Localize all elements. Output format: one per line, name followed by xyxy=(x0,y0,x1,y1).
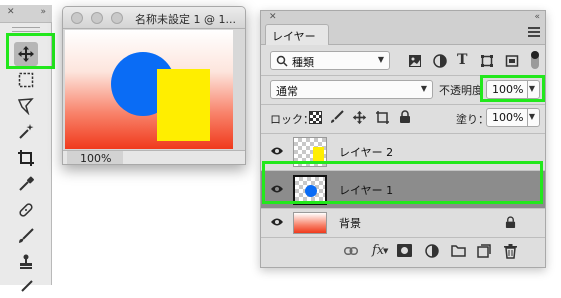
marquee-icon xyxy=(18,72,34,88)
opacity-label: 不透明度 xyxy=(439,84,483,97)
chevron-down-icon: ▼ xyxy=(383,247,389,255)
trash-icon[interactable] xyxy=(504,244,517,259)
lock-artboard-icon[interactable] xyxy=(375,110,390,125)
layers-panel: ✕ « レイヤー 種類 ▼ T 通常 ▼ 不透明度 100% ▼ ロック： 塗り… xyxy=(260,10,546,268)
fill-field[interactable]: 100% ▼ xyxy=(486,108,540,127)
panel-menu-icon[interactable] xyxy=(528,27,540,39)
close-window-button[interactable] xyxy=(71,12,83,24)
minimize-window-button[interactable] xyxy=(91,12,103,24)
layers-panel-header: ✕ « レイヤー xyxy=(261,11,545,45)
document-titlebar[interactable]: 名称未設定 1 @ 1... xyxy=(63,7,245,29)
chevron-down-icon: ▼ xyxy=(420,84,427,93)
new-layer-icon[interactable] xyxy=(477,244,491,258)
blend-mode-value: 通常 xyxy=(276,85,298,98)
document-statusbar: 100% xyxy=(63,150,245,164)
blend-mode-select[interactable]: 通常 ▼ xyxy=(270,80,433,99)
crop-tool-button[interactable] xyxy=(14,146,38,170)
layer-name[interactable]: レイヤー 2 xyxy=(339,144,393,160)
zoom-window-button[interactable] xyxy=(111,12,123,24)
filter-kind-label: 種類 xyxy=(292,56,314,69)
brush-icon xyxy=(19,228,34,243)
layer-lock-icon[interactable] xyxy=(505,216,516,229)
pixel-filter-icon[interactable] xyxy=(408,54,422,68)
fill-value: 100% xyxy=(492,111,524,124)
shape-filter-icon[interactable] xyxy=(480,54,494,68)
document-canvas[interactable] xyxy=(65,30,233,149)
bandage-icon xyxy=(19,203,33,217)
eyedropper-icon xyxy=(19,176,34,191)
crop-icon xyxy=(18,150,34,166)
adjustment-filter-icon[interactable] xyxy=(433,54,447,68)
layers-panel-footer: fx ▼ xyxy=(261,237,545,267)
tab-layers[interactable]: レイヤー xyxy=(265,24,329,45)
adjustment-layer-icon[interactable] xyxy=(425,244,439,258)
close-icon[interactable]: ✕ xyxy=(269,12,277,22)
smart-object-filter-icon[interactable] xyxy=(505,54,519,68)
history-brush-tool-button[interactable] xyxy=(14,274,38,298)
type-filter-icon[interactable]: T xyxy=(457,52,467,68)
yellow-rectangle-shape xyxy=(157,69,210,141)
layer-name[interactable]: 背景 xyxy=(339,215,361,231)
layer-row-background[interactable]: 背景 xyxy=(261,209,545,237)
lock-all-icon[interactable] xyxy=(399,110,411,124)
highlight-layer-1-row xyxy=(262,161,543,204)
brush-tool-button[interactable] xyxy=(14,224,38,248)
eyedropper-tool-button[interactable] xyxy=(14,172,38,196)
lock-label: ロック： xyxy=(270,113,314,126)
layer-thumbnail xyxy=(293,212,327,234)
lasso-tool-button[interactable] xyxy=(14,94,38,118)
lock-position-icon[interactable] xyxy=(352,110,367,125)
chevron-down-icon: ▼ xyxy=(528,112,535,121)
lock-transparent-icon[interactable] xyxy=(309,111,322,124)
lasso-icon xyxy=(17,98,34,115)
chevron-down-icon: ▼ xyxy=(377,55,384,64)
highlight-opacity-field xyxy=(480,75,545,102)
search-icon xyxy=(276,55,288,67)
visibility-eye-icon[interactable] xyxy=(270,146,284,156)
collapse-icon[interactable]: « xyxy=(534,12,539,22)
magic-wand-icon xyxy=(19,124,34,139)
stamp-icon xyxy=(20,254,32,269)
filter-toggle[interactable] xyxy=(531,51,539,69)
marquee-tool-button[interactable] xyxy=(14,68,38,92)
close-icon[interactable]: ✕ xyxy=(7,7,15,17)
document-window: 名称未設定 1 @ 1... 100% xyxy=(62,6,246,165)
lock-pixels-icon[interactable] xyxy=(330,110,344,124)
highlight-move-tool xyxy=(6,33,55,69)
group-folder-icon[interactable] xyxy=(451,245,466,257)
add-mask-icon[interactable] xyxy=(397,244,412,257)
stamp-tool-button[interactable] xyxy=(14,250,38,274)
tools-panel-header: ✕ » xyxy=(0,5,52,23)
document-title: 名称未設定 1 @ 1... xyxy=(135,13,236,26)
divider xyxy=(261,104,545,105)
healing-tool-button[interactable] xyxy=(14,198,38,222)
visibility-eye-icon[interactable] xyxy=(270,217,284,227)
fill-label: 塗り： xyxy=(456,113,489,126)
zoom-level[interactable]: 100% xyxy=(67,151,123,164)
panel-grip[interactable] xyxy=(12,27,40,32)
filter-kind-select[interactable]: 種類 ▼ xyxy=(270,51,390,70)
link-layers-icon[interactable] xyxy=(344,247,358,255)
history-brush-icon xyxy=(21,280,33,292)
magic-wand-tool-button[interactable] xyxy=(14,120,38,144)
collapse-icon[interactable]: » xyxy=(40,7,45,17)
